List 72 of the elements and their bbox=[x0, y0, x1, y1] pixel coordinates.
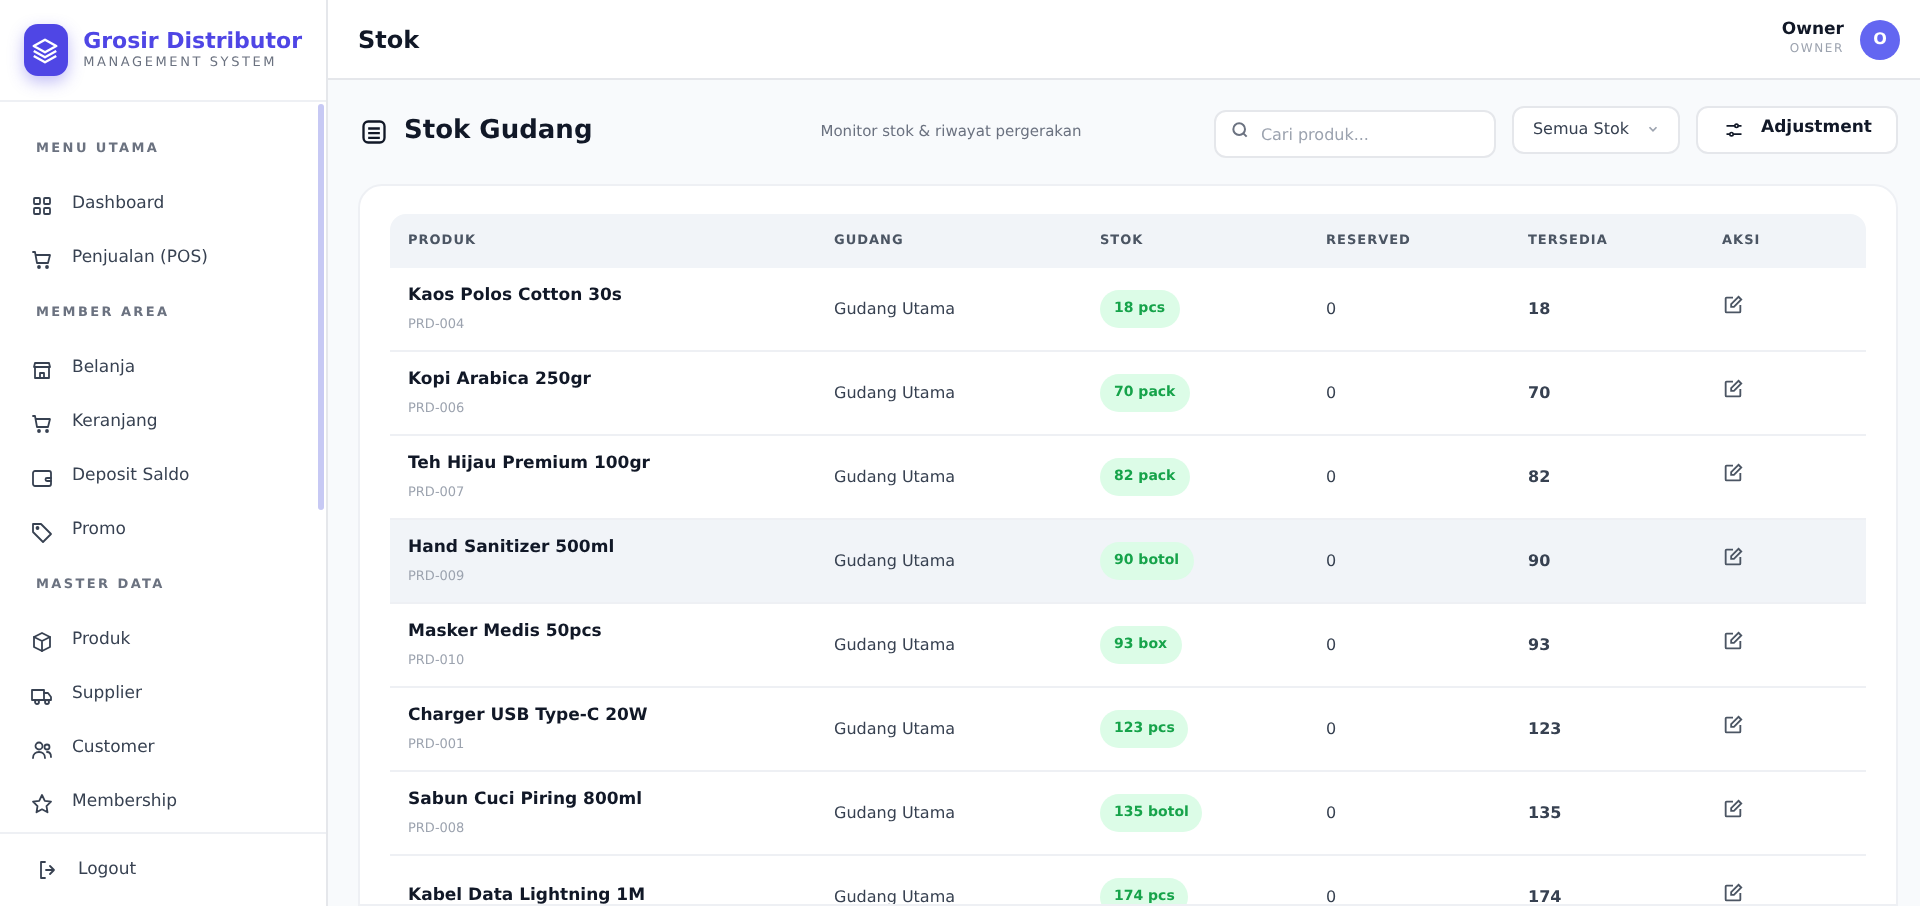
grid-icon bbox=[30, 193, 54, 217]
sidebar-item[interactable]: Membership bbox=[0, 776, 314, 830]
sidebar-item[interactable]: Deposit Saldo bbox=[0, 450, 314, 504]
reserved-cell: 0 bbox=[1308, 688, 1510, 772]
edit-icon[interactable] bbox=[1722, 630, 1744, 652]
cart-icon bbox=[30, 247, 54, 271]
logo-icon bbox=[24, 24, 68, 76]
product-name: Kabel Data Lightning 1M bbox=[408, 884, 648, 904]
chevron-down-icon bbox=[1645, 122, 1659, 137]
product-name: Charger USB Type-C 20W bbox=[408, 703, 650, 729]
stock-filter-dropdown[interactable]: Semua Stok bbox=[1512, 105, 1679, 154]
product-name: Kopi Arabica 250gr bbox=[408, 367, 593, 393]
users-icon bbox=[30, 737, 54, 761]
search-icon bbox=[1230, 119, 1251, 140]
warehouse-cell: Gudang Utama bbox=[816, 520, 1082, 604]
warehouse-cell: Gudang Utama bbox=[816, 604, 1082, 688]
product-name: Hand Sanitizer 500ml bbox=[408, 535, 617, 561]
edit-icon[interactable] bbox=[1722, 378, 1744, 400]
edit-icon[interactable] bbox=[1722, 546, 1744, 568]
edit-icon[interactable] bbox=[1722, 714, 1744, 736]
box-icon bbox=[30, 629, 54, 653]
search-field[interactable]: Cari produk... bbox=[1214, 110, 1497, 159]
available-cell: 174 bbox=[1510, 856, 1704, 904]
user-name: Owner bbox=[1781, 19, 1844, 41]
adjustment-button[interactable]: Adjustment bbox=[1695, 105, 1898, 154]
available-cell: 18 bbox=[1510, 268, 1704, 352]
product-name: Sabun Cuci Piring 800ml bbox=[408, 787, 645, 813]
sidebar-item[interactable]: Dashboard bbox=[0, 178, 314, 232]
reserved-cell: 0 bbox=[1308, 604, 1510, 688]
reserved-cell: 0 bbox=[1308, 268, 1510, 352]
edit-icon[interactable] bbox=[1722, 882, 1744, 904]
available-cell: 90 bbox=[1510, 520, 1704, 604]
sidebar-item[interactable]: Customer bbox=[0, 722, 314, 776]
cart-icon bbox=[30, 411, 54, 435]
page-header-title: Stok bbox=[358, 23, 420, 57]
store-icon bbox=[30, 357, 54, 381]
reserved-cell: 0 bbox=[1308, 352, 1510, 436]
logout-link[interactable]: Logout bbox=[0, 843, 167, 897]
tag-icon bbox=[30, 519, 54, 543]
warehouse-cell: Gudang Utama bbox=[816, 352, 1082, 436]
available-cell: 123 bbox=[1510, 688, 1704, 772]
product-name: Teh Hijau Premium 100gr bbox=[408, 451, 652, 477]
available-cell: 93 bbox=[1510, 604, 1704, 688]
user-avatar[interactable]: O bbox=[1860, 19, 1900, 59]
available-cell: 135 bbox=[1510, 772, 1704, 856]
wallet-icon bbox=[30, 465, 54, 489]
edit-icon[interactable] bbox=[1722, 798, 1744, 820]
sidebar-item[interactable]: Belanja bbox=[0, 342, 314, 396]
logout-icon bbox=[36, 858, 60, 882]
product-name: Kaos Polos Cotton 30s bbox=[408, 283, 624, 309]
brand-title: Grosir Distributor bbox=[83, 27, 302, 54]
edit-icon[interactable] bbox=[1722, 294, 1744, 316]
truck-icon bbox=[30, 683, 54, 707]
edit-icon[interactable] bbox=[1722, 462, 1744, 484]
reserved-cell: 0 bbox=[1308, 856, 1510, 904]
page-title: Stok Gudang bbox=[404, 114, 593, 151]
sidebar-item[interactable]: Keranjang bbox=[0, 396, 314, 450]
reserved-cell: 0 bbox=[1308, 772, 1510, 856]
sidebar-item[interactable]: Promo bbox=[0, 504, 314, 558]
warehouse-cell: Gudang Utama bbox=[816, 772, 1082, 856]
warehouse-cell: Gudang Utama bbox=[816, 856, 1082, 904]
warehouse-cell: Gudang Utama bbox=[816, 268, 1082, 352]
warehouse-cell: Gudang Utama bbox=[816, 688, 1082, 772]
warehouse-icon bbox=[360, 118, 388, 146]
sidebar-item[interactable]: Produk bbox=[0, 614, 314, 668]
sidebar-item[interactable]: Supplier bbox=[0, 668, 314, 722]
star-icon bbox=[30, 791, 54, 815]
reserved-cell: 0 bbox=[1308, 520, 1510, 604]
sidebar-item[interactable]: Penjualan (POS) bbox=[0, 232, 314, 286]
product-name: Masker Medis 50pcs bbox=[408, 619, 604, 645]
sliders-icon bbox=[1723, 119, 1743, 140]
available-cell: 70 bbox=[1510, 352, 1704, 436]
